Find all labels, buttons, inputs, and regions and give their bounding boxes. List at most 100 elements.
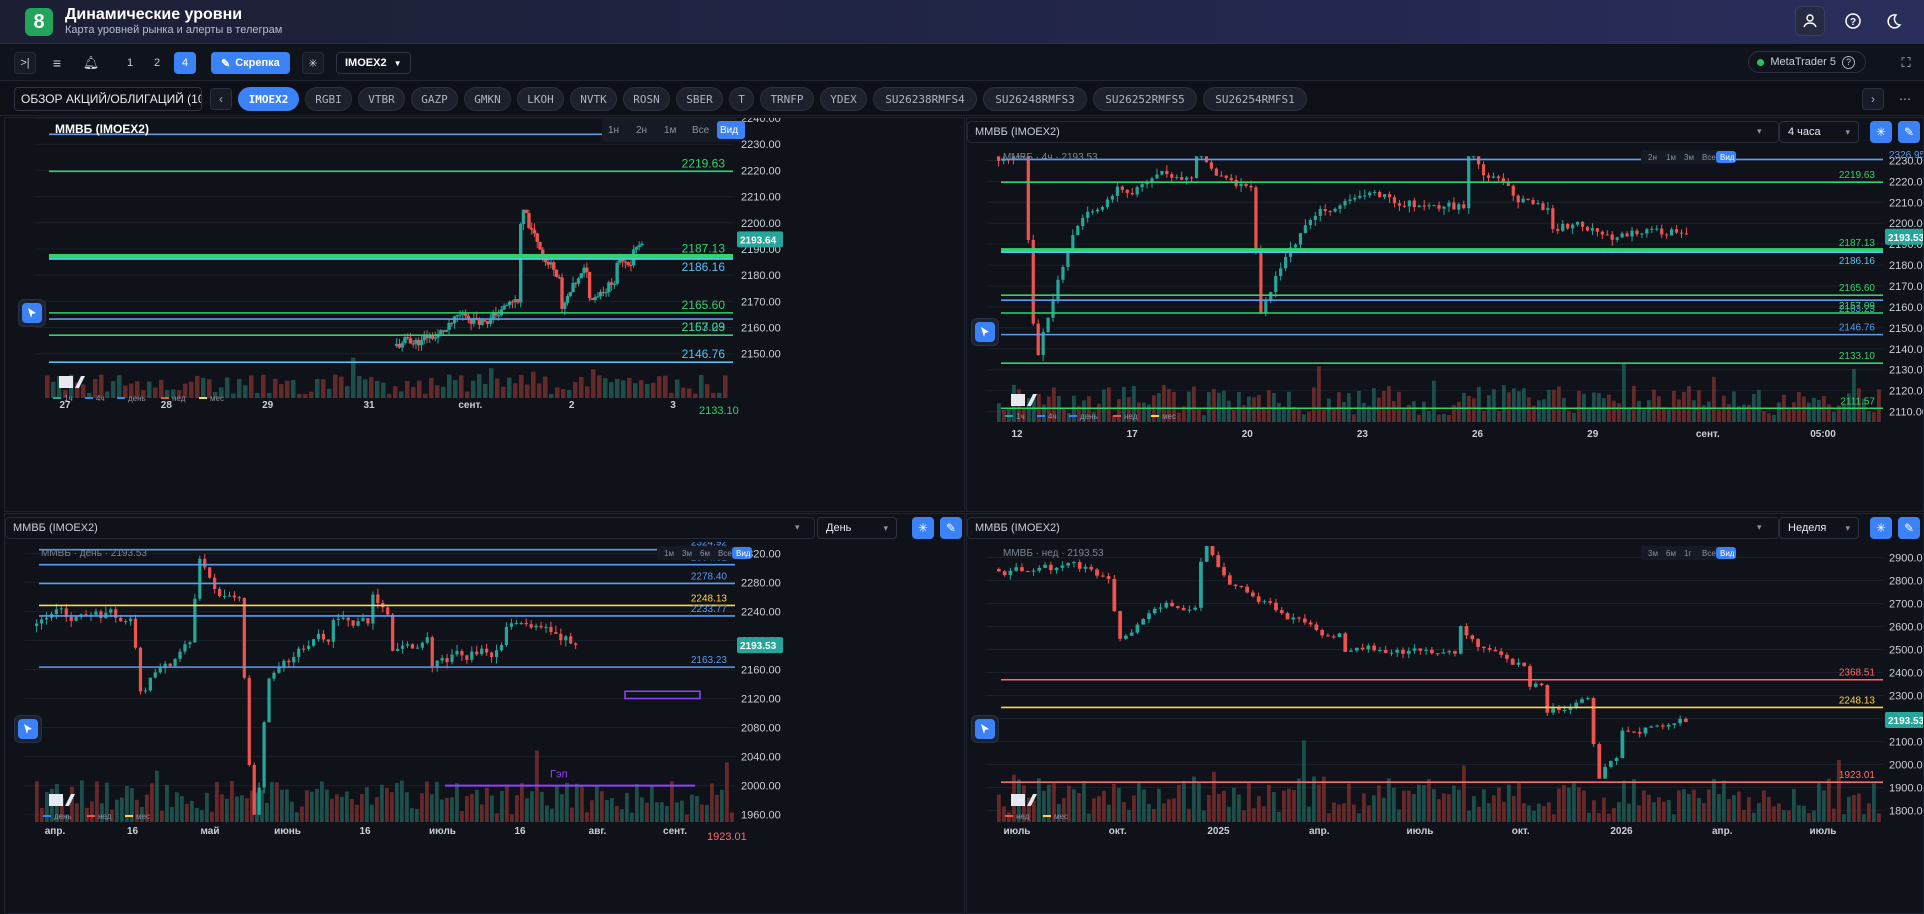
alerts-button[interactable]: 🔔︎ bbox=[80, 52, 102, 74]
user-button[interactable] bbox=[1795, 6, 1825, 36]
range-button[interactable]: 6м bbox=[1666, 549, 1676, 558]
app-logo[interactable]: 8 bbox=[25, 8, 53, 36]
range-button[interactable]: 1м bbox=[664, 549, 674, 558]
ticker-sber[interactable]: SBER bbox=[676, 87, 723, 111]
ticker-rosn[interactable]: ROSN bbox=[623, 87, 670, 111]
volume-bar bbox=[1087, 813, 1091, 822]
candle-body bbox=[463, 313, 468, 316]
draw-button[interactable]: ✎ bbox=[1898, 517, 1920, 539]
ticker-gazp[interactable]: GAZP bbox=[411, 87, 458, 111]
ticker-trnfp[interactable]: TRNFP bbox=[760, 87, 814, 111]
range-button[interactable]: 1г bbox=[1684, 549, 1691, 558]
volume-bar bbox=[1082, 781, 1086, 822]
range-button[interactable]: 2н bbox=[1648, 153, 1657, 162]
candle-body bbox=[1666, 724, 1671, 727]
volume-bar bbox=[1392, 400, 1396, 422]
range-button[interactable]: Все bbox=[692, 125, 710, 136]
cursor-tool-button[interactable] bbox=[971, 318, 999, 346]
symbol-dropdown[interactable] bbox=[5, 517, 815, 539]
candle-body bbox=[1234, 179, 1238, 187]
range-button[interactable]: Вид bbox=[1720, 549, 1735, 558]
symbol-dropdown[interactable] bbox=[967, 121, 1779, 143]
cursor-tool-button[interactable] bbox=[971, 715, 999, 743]
ticker-ydex[interactable]: YDEX bbox=[820, 87, 867, 111]
layout-4-button[interactable]: 4 bbox=[174, 52, 196, 74]
metatrader-status[interactable]: MetaTrader 5? bbox=[1748, 51, 1866, 73]
cursor-tool-button[interactable] bbox=[14, 715, 42, 743]
menu-button[interactable]: ≡ bbox=[46, 52, 68, 74]
range-button[interactable]: 1н bbox=[608, 125, 619, 136]
volume-bar bbox=[375, 380, 380, 398]
volume-bar bbox=[195, 375, 200, 398]
candle-body bbox=[1447, 651, 1452, 653]
ticker-vtbr[interactable]: VTBR bbox=[358, 87, 405, 111]
candle-body bbox=[1170, 602, 1174, 607]
range-button[interactable]: 3м bbox=[1648, 549, 1658, 558]
range-button[interactable]: Вид bbox=[736, 549, 751, 558]
scroll-right-button[interactable]: › bbox=[1862, 88, 1884, 110]
candle-body bbox=[1297, 617, 1301, 619]
symbol-dropdown[interactable] bbox=[967, 517, 1779, 539]
ticker-lkoh[interactable]: LKOH bbox=[517, 87, 564, 111]
volume-bar bbox=[339, 376, 344, 398]
ticker-t[interactable]: T bbox=[729, 87, 754, 111]
settings-button[interactable]: ✳ bbox=[302, 52, 324, 74]
range-button[interactable]: Все bbox=[1702, 549, 1716, 558]
volume-bar bbox=[150, 783, 154, 822]
volume-bar bbox=[1577, 390, 1581, 422]
timeframe-select[interactable]: Неделя ▾ bbox=[1779, 517, 1859, 539]
ticker-nvtk[interactable]: NVTK bbox=[570, 87, 617, 111]
range-button[interactable]: 3м bbox=[682, 549, 692, 558]
volume-bar bbox=[1067, 412, 1071, 422]
ticker-su26248rmfs3[interactable]: SU26248RMFS3 bbox=[983, 87, 1087, 111]
draw-button[interactable]: ✎ bbox=[940, 517, 962, 539]
volume-bar bbox=[1262, 806, 1266, 822]
cursor-tool-button[interactable] bbox=[18, 299, 46, 327]
volume-bar bbox=[1237, 794, 1241, 822]
timeframe-select[interactable]: 4 часа ▾ bbox=[1779, 121, 1859, 143]
candle-body bbox=[1268, 601, 1273, 603]
ticker-su26254rmfs1[interactable]: SU26254RMFS1 bbox=[1203, 87, 1307, 111]
x-tick-label: 3 bbox=[670, 400, 676, 411]
scroll-left-button[interactable]: ‹ bbox=[210, 88, 232, 110]
volume-bar bbox=[543, 376, 548, 398]
level-label: 2146.76 bbox=[682, 347, 726, 361]
collapse-sidebar-button[interactable]: >| bbox=[14, 52, 36, 74]
layout-2-button[interactable]: 2 bbox=[146, 52, 168, 74]
range-button[interactable]: 2н bbox=[636, 125, 647, 136]
ticker-su26238rmfs4[interactable]: SU26238RMFS4 bbox=[873, 87, 977, 111]
legend-label: мес bbox=[210, 394, 224, 403]
settings-button[interactable]: ✳ bbox=[1870, 121, 1892, 143]
range-button[interactable]: Все bbox=[1702, 153, 1716, 162]
range-button[interactable]: Все bbox=[718, 549, 732, 558]
layout-1-button[interactable]: 1 bbox=[119, 52, 141, 74]
range-button[interactable]: 1м bbox=[1666, 153, 1676, 162]
volume-bar bbox=[1682, 789, 1686, 822]
more-button[interactable]: ⋯ bbox=[1894, 88, 1916, 110]
timeframe-select[interactable]: День ▾ bbox=[817, 517, 897, 539]
volume-bar bbox=[1167, 799, 1171, 822]
overview-select[interactable]: ОБЗОР АКЦИЙ/ОБЛИГАЦИЙ (10 bbox=[14, 87, 202, 111]
help-button[interactable]: ? bbox=[1838, 6, 1868, 36]
symbol-select[interactable]: IMOEX2 ▼ bbox=[336, 52, 411, 74]
fullscreen-button[interactable]: ⛶ bbox=[1895, 52, 1917, 74]
range-button[interactable]: 3м bbox=[1684, 153, 1694, 162]
volume-bar bbox=[561, 389, 566, 398]
range-button[interactable]: 1м bbox=[664, 125, 677, 136]
ticker-su26252rmfs5[interactable]: SU26252RMFS5 bbox=[1093, 87, 1197, 111]
candle-body bbox=[242, 597, 246, 678]
ticker-gmkn[interactable]: GMKN bbox=[464, 87, 511, 111]
volume-bar bbox=[675, 802, 679, 822]
range-button[interactable]: Вид bbox=[720, 125, 738, 136]
settings-button[interactable]: ✳ bbox=[912, 517, 934, 539]
theme-toggle-button[interactable] bbox=[1878, 6, 1908, 36]
ticker-rgbi[interactable]: RGBI bbox=[305, 87, 352, 111]
range-button[interactable]: Вид bbox=[1720, 153, 1735, 162]
clip-button[interactable]: ✎ Скрепка bbox=[211, 52, 290, 74]
ticker-imoex2[interactable]: IMOEX2 bbox=[238, 87, 299, 111]
draw-button[interactable]: ✎ bbox=[1898, 121, 1920, 143]
volume-bar bbox=[1472, 796, 1476, 822]
candle-body bbox=[1412, 200, 1416, 208]
range-button[interactable]: 6м bbox=[700, 549, 710, 558]
settings-button[interactable]: ✳ bbox=[1870, 517, 1892, 539]
